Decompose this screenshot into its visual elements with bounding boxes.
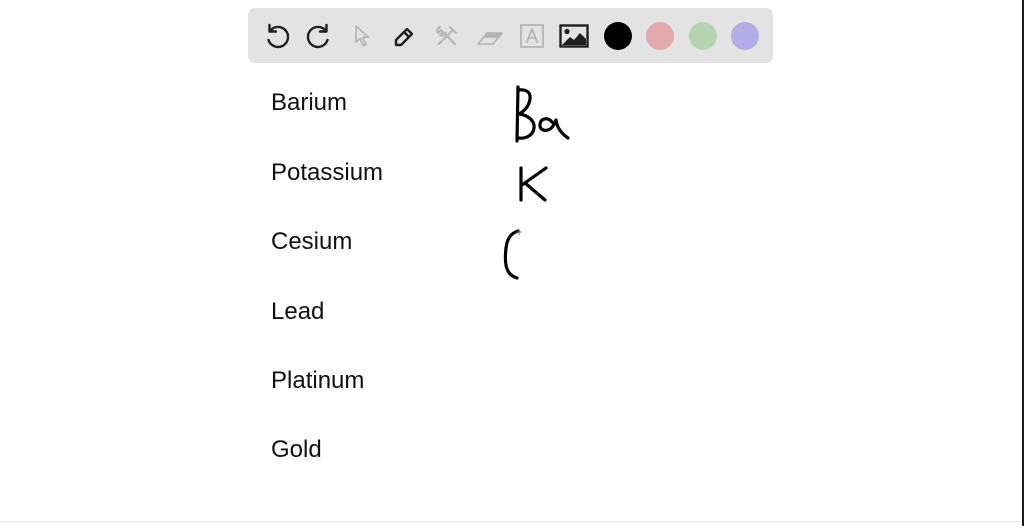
tools-button[interactable] [432, 21, 462, 51]
color-swatch-black[interactable] [604, 22, 632, 50]
select-tool-button[interactable] [347, 21, 377, 51]
redo-icon [304, 21, 334, 51]
element-label-lead: Lead [271, 298, 325, 325]
eraser-button[interactable] [475, 21, 505, 51]
pointer-icon [347, 21, 377, 51]
redo-button[interactable] [304, 21, 334, 51]
tools-icon [432, 21, 462, 51]
drawing-toolbar [248, 8, 773, 63]
element-label-gold: Gold [271, 436, 322, 463]
pen-tool-button[interactable] [389, 21, 419, 51]
element-label-barium: Barium [271, 89, 348, 116]
undo-button[interactable] [262, 21, 292, 51]
insert-image-button[interactable] [559, 21, 589, 51]
pencil-icon [389, 21, 419, 51]
color-swatch-pink[interactable] [646, 22, 674, 50]
element-label-cesium: Cesium [271, 228, 353, 255]
element-label-platinum: Platinum [271, 367, 365, 394]
whiteboard-canvas[interactable] [0, 0, 1024, 526]
color-swatch-purple[interactable] [731, 22, 759, 50]
eraser-icon [474, 21, 506, 51]
color-swatch-green[interactable] [689, 22, 717, 50]
canvas-bottom-border [0, 521, 1022, 522]
element-label-potassium: Potassium [271, 159, 384, 186]
image-icon [558, 21, 590, 51]
text-box-icon [517, 21, 547, 51]
text-tool-button[interactable] [517, 21, 547, 51]
undo-icon [262, 21, 292, 51]
